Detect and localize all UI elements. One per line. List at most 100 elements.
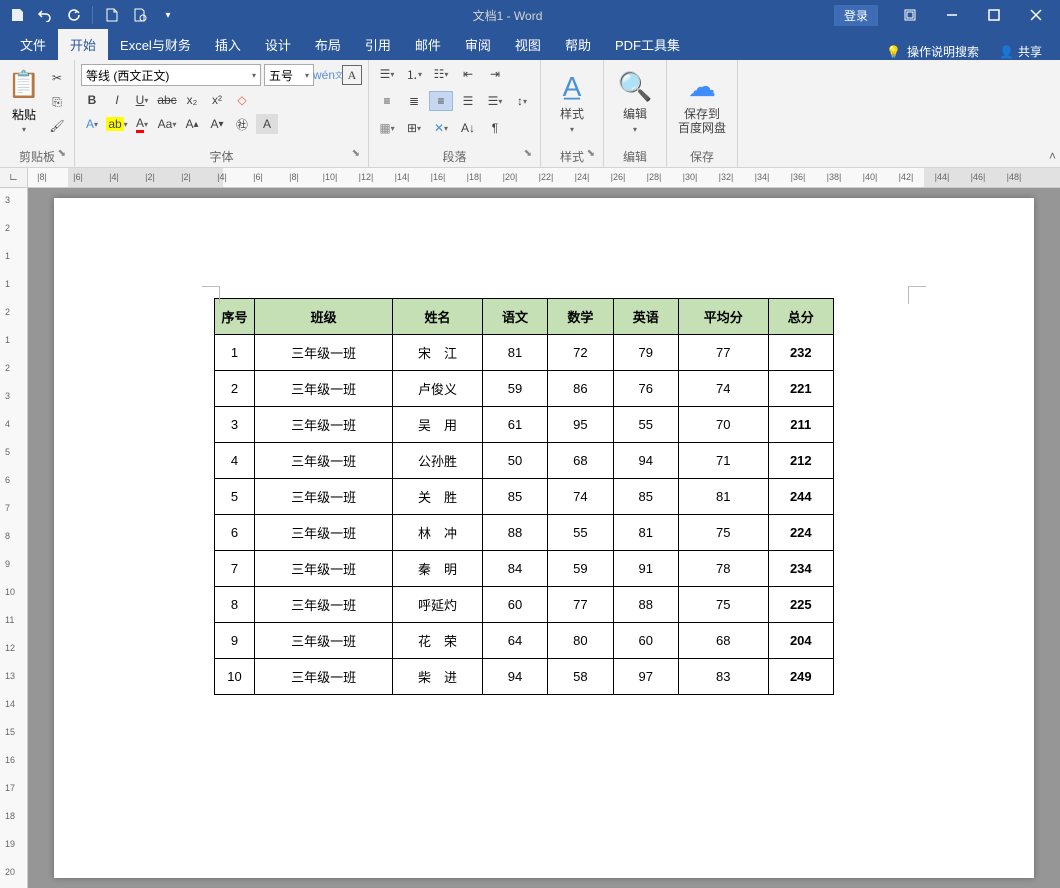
tab-home[interactable]: 开始 bbox=[58, 29, 108, 60]
table-row[interactable]: 6三年级一班林 冲88558175224 bbox=[215, 515, 834, 551]
shrink-font-icon[interactable]: A▾ bbox=[206, 114, 228, 134]
table-cell[interactable]: 64 bbox=[482, 623, 547, 659]
underline-button[interactable]: U▾ bbox=[131, 90, 153, 110]
table-cell[interactable]: 234 bbox=[768, 551, 833, 587]
table-row[interactable]: 8三年级一班呼延灼60778875225 bbox=[215, 587, 834, 623]
tab-insert[interactable]: 插入 bbox=[203, 29, 253, 60]
bullets-icon[interactable]: ☰▾ bbox=[375, 64, 399, 84]
table-header[interactable]: 总分 bbox=[768, 299, 833, 335]
tab-layout[interactable]: 布局 bbox=[303, 29, 353, 60]
table-cell[interactable]: 84 bbox=[482, 551, 547, 587]
clipboard-launcher-icon[interactable]: ⬊ bbox=[58, 148, 66, 159]
table-cell[interactable]: 249 bbox=[768, 659, 833, 695]
table-cell[interactable]: 8 bbox=[215, 587, 255, 623]
shading-icon[interactable]: ▦▾ bbox=[375, 118, 399, 138]
table-cell[interactable]: 2 bbox=[215, 371, 255, 407]
tab-reference[interactable]: 引用 bbox=[353, 29, 403, 60]
multilevel-icon[interactable]: ☷▾ bbox=[429, 64, 453, 84]
table-cell[interactable]: 232 bbox=[768, 335, 833, 371]
table-row[interactable]: 9三年级一班花 荣64806068204 bbox=[215, 623, 834, 659]
redo-icon[interactable] bbox=[60, 3, 86, 27]
collapse-ribbon-icon[interactable]: ˄ bbox=[1049, 149, 1056, 163]
table-cell[interactable]: 61 bbox=[482, 407, 547, 443]
table-cell[interactable]: 58 bbox=[548, 659, 613, 695]
table-cell[interactable]: 81 bbox=[482, 335, 547, 371]
borders-icon[interactable]: ⊞▾ bbox=[402, 118, 426, 138]
table-cell[interactable]: 85 bbox=[482, 479, 547, 515]
subscript-button[interactable]: x₂ bbox=[181, 90, 203, 110]
table-cell[interactable]: 80 bbox=[548, 623, 613, 659]
table-cell[interactable]: 三年级一班 bbox=[255, 515, 393, 551]
table-cell[interactable]: 60 bbox=[482, 587, 547, 623]
styles-launcher-icon[interactable]: ⬊ bbox=[587, 148, 595, 159]
new-doc-icon[interactable] bbox=[99, 3, 125, 27]
minimize-icon[interactable] bbox=[932, 3, 972, 27]
table-cell[interactable]: 86 bbox=[548, 371, 613, 407]
table-cell[interactable]: 59 bbox=[482, 371, 547, 407]
font-color-icon[interactable]: A▾ bbox=[131, 114, 153, 134]
table-cell[interactable]: 三年级一班 bbox=[255, 371, 393, 407]
table-cell[interactable]: 74 bbox=[678, 371, 768, 407]
table-cell[interactable]: 75 bbox=[678, 515, 768, 551]
maximize-icon[interactable] bbox=[974, 3, 1014, 27]
font-size-select[interactable]: 五号▾ bbox=[264, 64, 314, 86]
table-header[interactable]: 序号 bbox=[215, 299, 255, 335]
table-row[interactable]: 2三年级一班卢俊义59867674221 bbox=[215, 371, 834, 407]
sort-icon[interactable]: A↓ bbox=[456, 118, 480, 138]
distributed-icon[interactable]: ☰▾ bbox=[483, 91, 507, 111]
bold-button[interactable]: B bbox=[81, 90, 103, 110]
table-cell[interactable]: 83 bbox=[678, 659, 768, 695]
save-icon[interactable] bbox=[4, 3, 30, 27]
table-cell[interactable]: 60 bbox=[613, 623, 678, 659]
superscript-button[interactable]: x² bbox=[206, 90, 228, 110]
enclose-char-icon[interactable]: ㊓ bbox=[231, 114, 253, 134]
table-cell[interactable]: 75 bbox=[678, 587, 768, 623]
table-cell[interactable]: 95 bbox=[548, 407, 613, 443]
page-viewport[interactable]: 序号班级姓名语文数学英语平均分总分 1三年级一班宋 江817279772322三… bbox=[28, 188, 1060, 888]
copy-icon[interactable]: ⎘ bbox=[46, 92, 68, 112]
table-cell[interactable]: 59 bbox=[548, 551, 613, 587]
tab-help[interactable]: 帮助 bbox=[553, 29, 603, 60]
table-cell[interactable]: 10 bbox=[215, 659, 255, 695]
ribbon-options-icon[interactable] bbox=[890, 3, 930, 27]
table-header[interactable]: 数学 bbox=[548, 299, 613, 335]
horizontal-ruler[interactable]: |8||6||4||2||2||4||6||8||10||12||14||16|… bbox=[28, 168, 1060, 188]
print-preview-icon[interactable] bbox=[127, 3, 153, 27]
table-row[interactable]: 5三年级一班关 胜85748581244 bbox=[215, 479, 834, 515]
table-cell[interactable]: 三年级一班 bbox=[255, 335, 393, 371]
decrease-indent-icon[interactable]: ⇤ bbox=[456, 64, 480, 84]
align-left-icon[interactable]: ≡ bbox=[375, 91, 399, 111]
table-cell[interactable]: 74 bbox=[548, 479, 613, 515]
qat-customize-icon[interactable]: ▾ bbox=[155, 3, 181, 27]
table-cell[interactable]: 呼延灼 bbox=[393, 587, 483, 623]
vertical-ruler[interactable]: 321121234567891011121314151617181920 bbox=[0, 188, 28, 888]
table-row[interactable]: 3三年级一班吴 用61955570211 bbox=[215, 407, 834, 443]
table-cell[interactable]: 97 bbox=[613, 659, 678, 695]
tab-selector-icon[interactable]: ∟ bbox=[0, 168, 28, 188]
format-painter-icon[interactable]: 🖌 bbox=[46, 116, 68, 136]
table-cell[interactable]: 50 bbox=[482, 443, 547, 479]
table-cell[interactable]: 55 bbox=[613, 407, 678, 443]
undo-icon[interactable] bbox=[32, 3, 58, 27]
table-cell[interactable]: 94 bbox=[482, 659, 547, 695]
table-cell[interactable]: 9 bbox=[215, 623, 255, 659]
paste-button[interactable]: 粘贴 bbox=[12, 106, 36, 123]
table-row[interactable]: 4三年级一班公孙胜50689471212 bbox=[215, 443, 834, 479]
table-header[interactable]: 英语 bbox=[613, 299, 678, 335]
editing-button[interactable]: 🔍 编辑▾ bbox=[610, 64, 660, 140]
snap-to-grid-icon[interactable]: ✕▾ bbox=[429, 118, 453, 138]
table-row[interactable]: 10三年级一班柴 进94589783249 bbox=[215, 659, 834, 695]
table-cell[interactable]: 55 bbox=[548, 515, 613, 551]
table-cell[interactable]: 公孙胜 bbox=[393, 443, 483, 479]
close-icon[interactable] bbox=[1016, 3, 1056, 27]
table-cell[interactable]: 68 bbox=[548, 443, 613, 479]
table-cell[interactable]: 秦 明 bbox=[393, 551, 483, 587]
table-cell[interactable]: 225 bbox=[768, 587, 833, 623]
table-cell[interactable]: 柴 进 bbox=[393, 659, 483, 695]
table-cell[interactable]: 94 bbox=[613, 443, 678, 479]
table-cell[interactable]: 吴 用 bbox=[393, 407, 483, 443]
table-cell[interactable]: 3 bbox=[215, 407, 255, 443]
tab-view[interactable]: 视图 bbox=[503, 29, 553, 60]
phonetic-guide-icon[interactable]: wén文 bbox=[317, 65, 339, 85]
table-cell[interactable]: 花 荣 bbox=[393, 623, 483, 659]
